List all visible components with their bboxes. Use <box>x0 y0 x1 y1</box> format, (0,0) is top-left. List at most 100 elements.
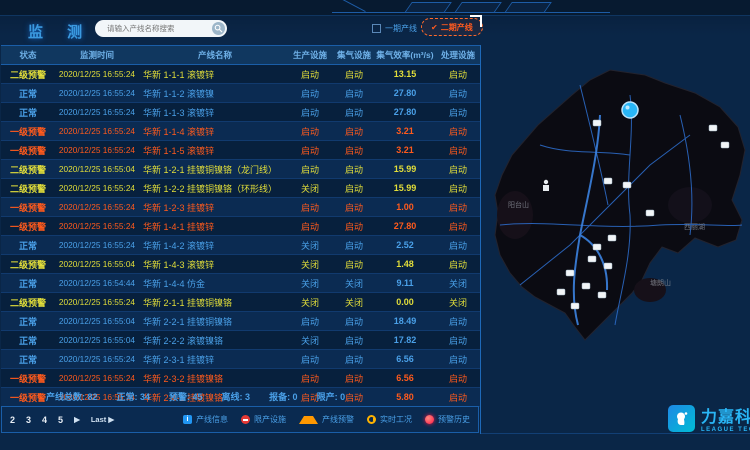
phase1-checkbox[interactable]: 一期产线 <box>372 23 417 34</box>
search-box[interactable] <box>95 20 227 37</box>
legend-label: 产线预警 <box>322 414 354 425</box>
selected-facility-marker[interactable] <box>622 102 638 118</box>
facility-marker-icon[interactable] <box>646 210 654 216</box>
table-row[interactable]: 二级预警2020/12/25 16:55:24华新 1-2-2 挂镀铜镍铬（环形… <box>1 179 481 198</box>
table-row[interactable]: 正常2020/12/25 16:55:24华新 2-3-1 挂镀锌启动启动6.5… <box>1 350 481 369</box>
facility-marker-icon[interactable] <box>604 263 612 269</box>
facility-marker-icon[interactable] <box>608 235 616 241</box>
legend-button-产线信息[interactable]: i产线信息 <box>183 414 228 425</box>
cell-treatment: 启动 <box>435 141 481 159</box>
cell-gas: 启动 <box>333 312 375 330</box>
table-row[interactable]: 二级预警2020/12/25 16:55:04华新 1-4-3 滚镀锌关闭启动1… <box>1 255 481 274</box>
top-strip <box>0 0 750 16</box>
page-button[interactable]: ▶ <box>74 415 80 424</box>
checkbox-icon[interactable] <box>372 24 381 33</box>
cell-status: 正常 <box>1 236 55 254</box>
deco-parallelogram <box>454 2 502 13</box>
map-label: 西丽湖 <box>684 222 705 231</box>
table-row[interactable]: 二级预警2020/12/25 16:55:24华新 1-1-1 滚镀锌启动启动1… <box>1 65 481 84</box>
cell-line: 华新 2-3-2 挂镀镍铬 <box>139 369 287 387</box>
facility-marker-icon[interactable] <box>557 289 565 295</box>
cell-time: 2020/12/25 16:55:24 <box>55 369 139 387</box>
cell-line: 华新 1-1-3 滚镀锌 <box>139 103 287 121</box>
page-button[interactable]: Last ▶ <box>91 415 114 424</box>
cell-status: 正常 <box>1 84 55 102</box>
legend-button-限产设施[interactable]: 限产设施 <box>241 414 286 425</box>
table-row[interactable]: 正常2020/12/25 16:55:24华新 1-1-2 滚镀镍启动启动27.… <box>1 84 481 103</box>
search-icon[interactable] <box>212 22 225 35</box>
facility-marker-icon[interactable] <box>593 120 601 126</box>
legend-button-实时工况[interactable]: 实时工况 <box>367 414 412 425</box>
cell-production: 关闭 <box>287 274 333 292</box>
cell-treatment: 启动 <box>435 331 481 349</box>
table-row[interactable]: 正常2020/12/25 16:54:44华新 1-4-4 仿金关闭关闭9.11… <box>1 274 481 293</box>
cell-time: 2020/12/25 16:54:44 <box>55 274 139 292</box>
search-input[interactable] <box>105 23 212 34</box>
cell-production: 启动 <box>287 84 333 102</box>
monitor-table: 状态监测时间产线名称生产设施集气设施集气效率(m³/s)处理设施 二级预警202… <box>1 45 481 407</box>
page-button[interactable]: 2 <box>10 415 15 425</box>
pagination: 2 3 4 5 ▶ Last ▶ <box>10 415 114 425</box>
legend-label: 预警历史 <box>438 414 470 425</box>
cell-time: 2020/12/25 16:55:24 <box>55 198 139 216</box>
cell-efficiency: 3.21 <box>375 141 435 159</box>
cell-status: 正常 <box>1 312 55 330</box>
facility-marker-icon[interactable] <box>593 244 601 250</box>
cell-production: 启动 <box>287 217 333 235</box>
table-row[interactable]: 正常2020/12/25 16:55:24华新 1-4-2 滚镀锌关闭启动2.5… <box>1 236 481 255</box>
cell-treatment: 启动 <box>435 369 481 387</box>
legend-label: 产线信息 <box>196 414 228 425</box>
column-header: 产线名称 <box>139 46 287 64</box>
cell-gas: 启动 <box>333 122 375 140</box>
table-row[interactable]: 一级预警2020/12/25 16:55:24华新 1-4-1 挂镀锌启动启动2… <box>1 217 481 236</box>
table-row[interactable]: 正常2020/12/25 16:55:04华新 2-2-2 滚镀镍铬关闭启动17… <box>1 331 481 350</box>
cell-status: 二级预警 <box>1 255 55 273</box>
page-button[interactable]: 4 <box>42 415 47 425</box>
terrain-patch <box>668 187 712 223</box>
cell-gas: 启动 <box>333 369 375 387</box>
facility-marker-icon[interactable] <box>709 125 717 131</box>
corner-bracket-decoration <box>470 15 482 27</box>
cell-efficiency: 27.80 <box>375 84 435 102</box>
cell-line: 华新 1-4-3 滚镀锌 <box>139 255 287 273</box>
facility-marker-icon[interactable] <box>566 270 574 276</box>
cell-status: 一级预警 <box>1 198 55 216</box>
cell-line: 华新 1-1-1 滚镀锌 <box>139 65 287 83</box>
facility-marker-icon[interactable] <box>571 303 579 309</box>
page-button[interactable]: 5 <box>58 415 63 425</box>
table-row[interactable]: 一级预警2020/12/25 16:55:24华新 1-1-4 滚镀锌启动启动3… <box>1 122 481 141</box>
cell-efficiency: 18.49 <box>375 312 435 330</box>
cell-production: 关闭 <box>287 255 333 273</box>
table-row[interactable]: 二级预警2020/12/25 16:55:04华新 1-2-1 挂镀铜镍铬（龙门… <box>1 160 481 179</box>
facility-marker-icon[interactable] <box>582 283 590 289</box>
cell-line: 华新 1-4-1 挂镀锌 <box>139 217 287 235</box>
table-row[interactable]: 二级预警2020/12/25 16:55:24华新 2-1-1 挂镀铜镍铬关闭关… <box>1 293 481 312</box>
facility-marker-icon[interactable] <box>721 142 729 148</box>
cell-gas: 启动 <box>333 65 375 83</box>
cell-gas: 启动 <box>333 198 375 216</box>
table-row[interactable]: 正常2020/12/25 16:55:04华新 2-2-1 挂镀铜镍铬启动启动1… <box>1 312 481 331</box>
legend-button-预警历史[interactable]: 预警历史 <box>425 414 470 425</box>
facility-marker-icon[interactable] <box>588 256 596 262</box>
table-row[interactable]: 一级预警2020/12/25 16:55:24华新 1-2-3 挂镀锌启动启动1… <box>1 198 481 217</box>
legend-button-产线预警[interactable]: 产线预警 <box>299 414 354 425</box>
cell-gas: 启动 <box>333 236 375 254</box>
facility-marker-icon[interactable] <box>623 182 631 188</box>
cell-treatment: 启动 <box>435 236 481 254</box>
cell-production: 启动 <box>287 65 333 83</box>
summary-item: 限产: 0 <box>317 390 346 403</box>
cell-status: 正常 <box>1 350 55 368</box>
alert-icon <box>425 415 434 424</box>
cell-efficiency: 1.00 <box>375 198 435 216</box>
summary-stats: 产线总数: 82正常: 34预警: 45离线: 3报备: 0限产: 0 <box>1 387 481 405</box>
facility-marker-icon[interactable] <box>604 178 612 184</box>
page-button[interactable]: 3 <box>26 415 31 425</box>
table-row[interactable]: 一级预警2020/12/25 16:55:24华新 1-1-5 滚镀锌启动启动3… <box>1 141 481 160</box>
highlight-marker[interactable] <box>622 102 638 118</box>
facility-marker-icon[interactable] <box>598 292 606 298</box>
cell-efficiency: 15.99 <box>375 160 435 178</box>
table-row[interactable]: 正常2020/12/25 16:55:24华新 1-1-3 滚镀锌启动启动27.… <box>1 103 481 122</box>
table-row[interactable]: 一级预警2020/12/25 16:55:24华新 2-3-2 挂镀镍铬启动启动… <box>1 369 481 388</box>
district-map[interactable]: 阳台山西丽湖塘朗山 <box>480 55 750 400</box>
cell-treatment: 启动 <box>435 179 481 197</box>
